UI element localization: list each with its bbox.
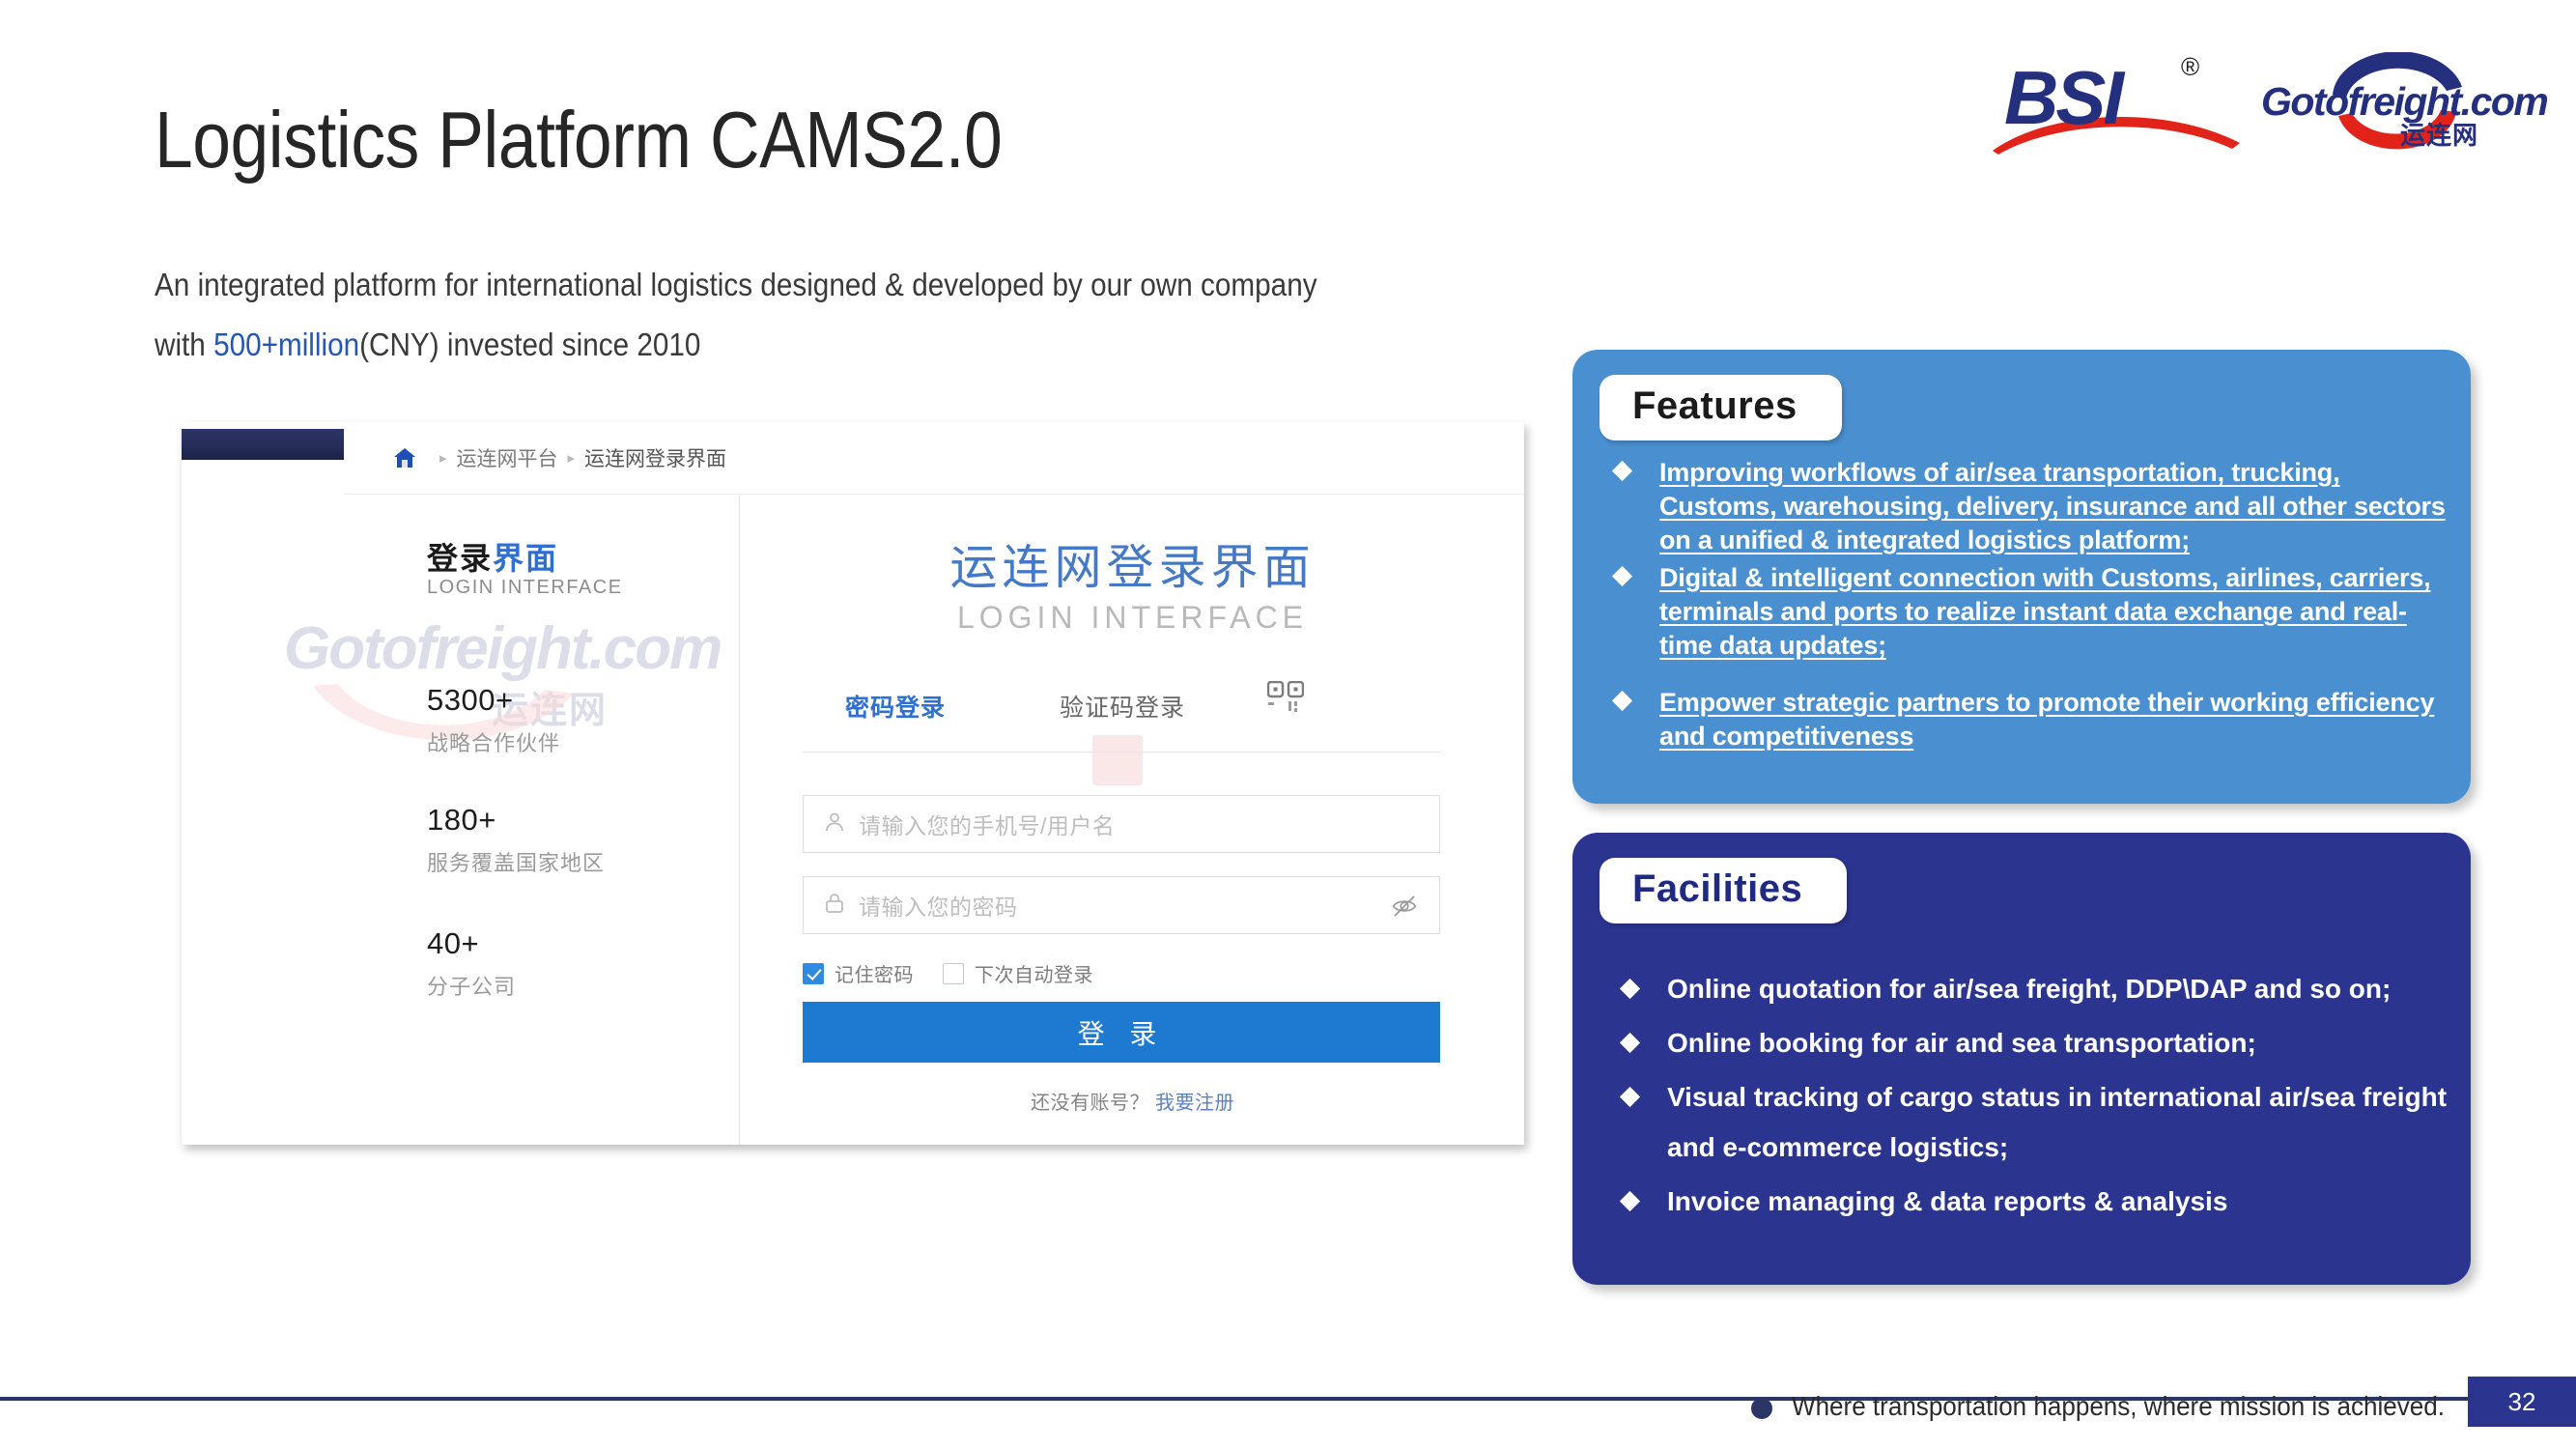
lock-icon <box>823 892 846 920</box>
facilities-list: Online quotation for air/sea freight, DD… <box>1601 964 2451 1231</box>
stat-item: 5300+ 战略合作伙伴 <box>427 683 560 757</box>
login-options: 记住密码 下次自动登录 <box>803 959 1122 987</box>
breadcrumb-item-platform[interactable]: 运连网平台 <box>457 443 558 472</box>
diamond-bullet-icon <box>1619 1032 1641 1054</box>
watermark-text: Gotofreight.com <box>284 615 722 682</box>
gotofreight-logo: Gotofreight.com 运连网 <box>2257 52 2549 154</box>
feature-text: Improving workflows of air/sea transport… <box>1659 458 2446 554</box>
login-title: 运连网登录界面 <box>949 542 1316 594</box>
features-heading: Features <box>1632 384 1798 427</box>
username-input[interactable]: 请输入您的手机号/用户名 <box>803 795 1440 853</box>
qr-code-icon[interactable] <box>1266 680 1305 718</box>
facility-text: Online booking for air and sea transport… <box>1667 1028 2256 1058</box>
password-input[interactable]: 请输入您的密码 <box>803 876 1440 934</box>
gotofreight-cn-wordmark: 运连网 <box>2400 121 2479 150</box>
list-item: Empower strategic partners to promote th… <box>1594 686 2453 753</box>
list-item: Online quotation for air/sea freight, DD… <box>1601 964 2451 1014</box>
stat-item: 180+ 服务覆盖国家地区 <box>427 803 605 877</box>
list-item: Improving workflows of air/sea transport… <box>1594 456 2453 557</box>
diamond-bullet-icon <box>1611 565 1633 587</box>
registered-mark-icon: ® <box>2181 52 2200 81</box>
facilities-card: Facilities Online quotation for air/sea … <box>1572 833 2471 1285</box>
facility-text: Invoice managing & data reports & analys… <box>1667 1186 2228 1216</box>
page-subtitle: An integrated platform for international… <box>155 255 1372 375</box>
stat-item: 40+ 分子公司 <box>427 926 516 1001</box>
page-title: Logistics Platform CAMS2.0 <box>155 95 1003 185</box>
stats-panel: Gotofreight.com 运连网 登录界面 LOGIN INTERFACE… <box>284 496 740 1145</box>
stat-label: 服务覆盖国家地区 <box>427 851 606 875</box>
diamond-bullet-icon <box>1619 978 1641 1000</box>
facilities-heading-badge: Facilities <box>1599 858 1848 923</box>
facility-text: Online quotation for air/sea freight, DD… <box>1667 974 2392 1004</box>
bsi-logo: BSI ® <box>1993 52 2246 155</box>
home-icon[interactable] <box>392 445 417 470</box>
left-panel-subtitle: LOGIN INTERFACE <box>427 577 623 598</box>
breadcrumb-separator-1: ▸ <box>439 450 447 467</box>
user-icon <box>823 810 846 838</box>
footer-tagline: Where transportation happens, where miss… <box>1792 1391 2445 1421</box>
password-placeholder: 请输入您的密码 <box>859 895 1018 920</box>
remember-password-label: 记住密码 <box>835 965 914 986</box>
stat-number: 180+ <box>427 803 496 837</box>
tab-sms-login[interactable]: 验证码登录 <box>1060 689 1185 724</box>
feature-text: Digital & intelligent connection with Cu… <box>1659 563 2431 660</box>
brand-logo: BSI ® Gotofreight.com 运连网 <box>1993 46 2549 162</box>
list-item: Invoice managing & data reports & analys… <box>1601 1177 2451 1227</box>
breadcrumb: ▸ 运连网平台 ▸ 运连网登录界面 <box>344 422 1524 495</box>
app-navbar <box>182 429 344 460</box>
login-panel: 运连网登录界面 LOGIN INTERFACE 密码登录 验证码登录 请输入您的… <box>741 496 1524 1145</box>
stat-label: 分子公司 <box>427 975 517 999</box>
bsi-wordmark: BSI <box>2004 55 2124 140</box>
register-prompt: 还没有账号？ 我要注册 <box>741 1087 1524 1115</box>
breadcrumb-separator-2: ▸ <box>567 450 576 467</box>
auto-login-checkbox[interactable] <box>943 962 964 984</box>
auto-login-label: 下次自动登录 <box>975 965 1093 986</box>
subtitle-highlight: 500+million <box>213 327 360 362</box>
register-prompt-text: 还没有账号？ <box>1030 1093 1149 1114</box>
left-panel-title: 登录界面 <box>427 534 558 579</box>
features-card: Features Improving workflows of air/sea … <box>1572 350 2471 804</box>
features-list: Improving workflows of air/sea transport… <box>1594 456 2453 757</box>
diamond-bullet-icon <box>1619 1190 1641 1212</box>
list-item: Online booking for air and sea transport… <box>1601 1018 2451 1068</box>
facilities-heading: Facilities <box>1632 867 1803 910</box>
stat-number: 5300+ <box>427 683 514 717</box>
stat-number: 40+ <box>427 926 480 960</box>
username-placeholder: 请输入您的手机号/用户名 <box>859 813 1116 838</box>
facility-text: Visual tracking of cargo status in inter… <box>1667 1082 2448 1162</box>
diamond-bullet-icon <box>1611 690 1633 712</box>
tab-password-login[interactable]: 密码登录 <box>845 689 946 724</box>
tab-area-watermark <box>1092 735 1143 785</box>
breadcrumb-item-login: 运连网登录界面 <box>584 448 727 470</box>
login-screenshot: ▸ 运连网平台 ▸ 运连网登录界面 Gotofreight.com 运连网 登录… <box>182 422 1524 1145</box>
subtitle-text-2: (CNY) invested since 2010 <box>359 327 701 362</box>
login-subtitle: LOGIN INTERFACE <box>956 600 1309 635</box>
stat-label: 战略合作伙伴 <box>427 731 561 755</box>
remember-password-checkbox[interactable] <box>803 962 824 984</box>
tab-divider <box>803 752 1440 753</box>
left-panel-title-bold: 登录 <box>427 541 494 576</box>
eye-off-icon[interactable] <box>1391 893 1418 920</box>
diamond-bullet-icon <box>1619 1086 1641 1108</box>
login-submit-button[interactable]: 登 录 <box>803 1002 1440 1063</box>
feature-text: Empower strategic partners to promote th… <box>1659 688 2435 751</box>
left-panel-title-blue: 界面 <box>493 541 559 576</box>
login-tabs: 密码登录 验证码登录 <box>845 680 1425 733</box>
features-heading-badge: Features <box>1599 375 1842 440</box>
list-item: Digital & intelligent connection with Cu… <box>1594 561 2453 663</box>
footer-bullet-icon <box>1751 1398 1772 1419</box>
diamond-bullet-icon <box>1611 460 1633 482</box>
list-item: Visual tracking of cargo status in inter… <box>1601 1072 2451 1173</box>
page-number-badge: 32 <box>2468 1377 2576 1427</box>
register-link[interactable]: 我要注册 <box>1155 1093 1234 1114</box>
